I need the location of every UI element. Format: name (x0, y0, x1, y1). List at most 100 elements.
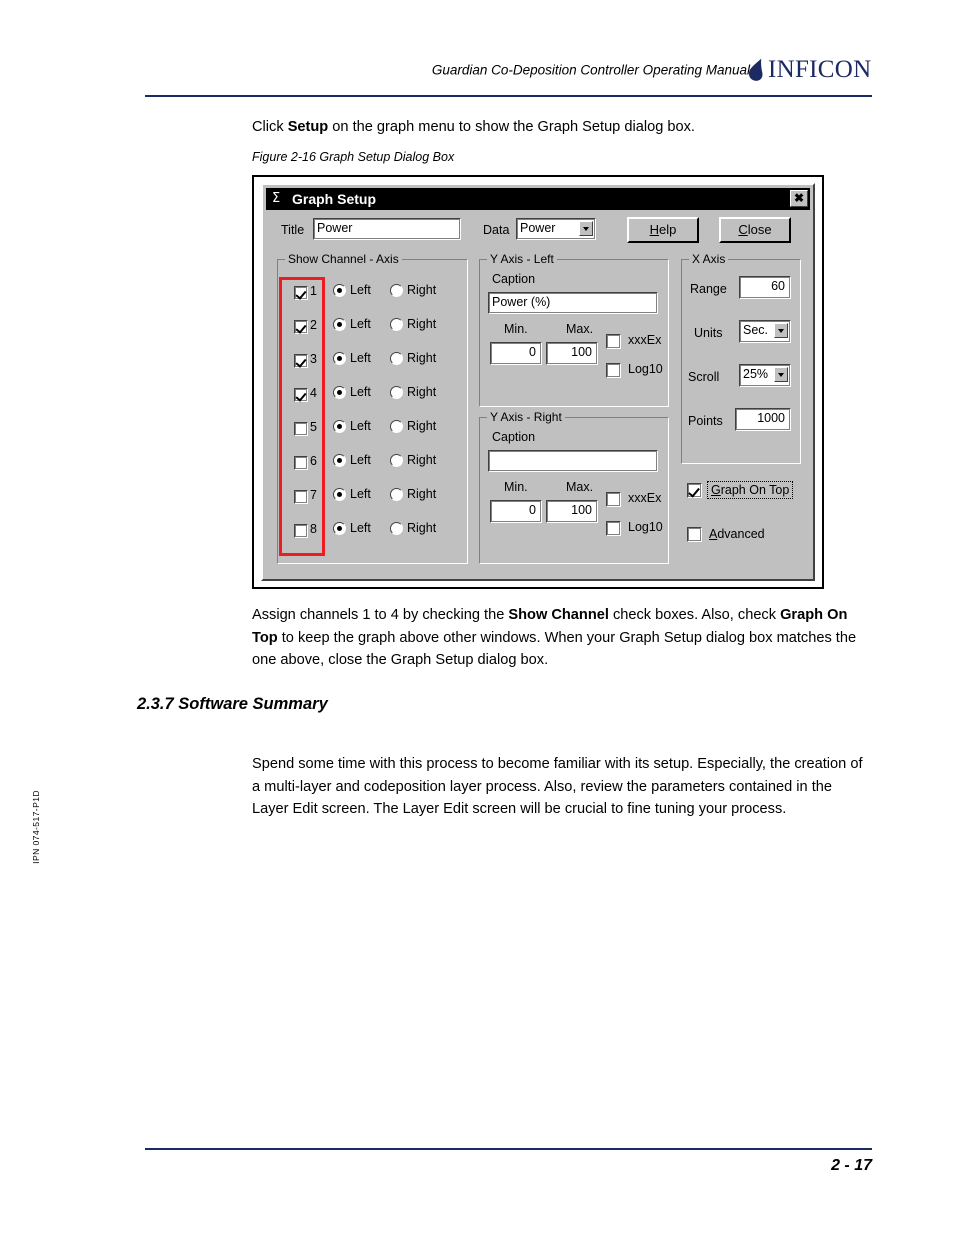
channel-7-axis-right-radio[interactable] (390, 488, 403, 501)
advanced-label-wrap[interactable]: Advanced (709, 527, 765, 541)
channel-7-left-label: Left (350, 487, 371, 501)
close-icon[interactable]: ✖ (790, 190, 808, 207)
channel-6-checkbox[interactable] (294, 456, 308, 470)
advanced-checkbox[interactable] (687, 527, 702, 542)
dialog-title-text: Graph Setup (292, 191, 377, 207)
channel-2-checkbox[interactable] (294, 320, 308, 334)
channel-row-7: 7 Left Right (284, 486, 464, 512)
x-scroll-dropdown[interactable]: 25% (739, 364, 791, 387)
close-button-label: lose (747, 222, 772, 237)
x-units-value: Sec. (743, 323, 769, 337)
channel-2-right-label: Right (407, 317, 437, 331)
channel-1-checkbox[interactable] (294, 286, 308, 300)
channel-5-checkbox[interactable] (294, 422, 308, 436)
channel-7-checkbox[interactable] (294, 490, 308, 504)
x-units-label: Units (694, 326, 723, 340)
channel-2-axis-right-radio[interactable] (390, 318, 403, 331)
intro-paragraph: Click Setup on the graph menu to show th… (252, 116, 872, 139)
channel-5-right-label: Right (407, 419, 437, 433)
channel-8-right-label: Right (407, 521, 437, 535)
post-text-part2: check boxes. Also, check (608, 607, 781, 623)
footer-rule (145, 1148, 872, 1150)
post-text-part1: Assign channels 1 to 4 by checking the (252, 607, 509, 623)
channel-6-axis-right-radio[interactable] (390, 454, 403, 467)
page-header: Guardian Co-Deposition Controller Operat… (0, 0, 954, 100)
y-left-log10-checkbox[interactable] (606, 363, 621, 378)
x-scroll-value: 25% (743, 367, 769, 381)
data-field-label: Data (483, 223, 510, 237)
y-left-min-input[interactable]: 0 (490, 342, 542, 365)
channel-2-axis-left-radio[interactable] (333, 318, 346, 331)
y-right-max-input[interactable]: 100 (546, 500, 598, 523)
channel-8-left-label: Left (350, 521, 371, 535)
channel-4-axis-left-radio[interactable] (333, 386, 346, 399)
x-units-dropdown[interactable]: Sec. (739, 320, 791, 343)
channel-1-number: 1 (310, 284, 317, 298)
channel-1-left-label: Left (350, 283, 371, 297)
channel-row-8: 8 Left Right (284, 520, 464, 546)
title-input[interactable]: Power (313, 218, 461, 240)
advanced-row: Advanced (687, 527, 807, 547)
channel-7-axis-left-radio[interactable] (333, 488, 346, 501)
channel-6-right-label: Right (407, 453, 437, 467)
data-dropdown-value: Power (520, 221, 556, 235)
channel-3-axis-left-radio[interactable] (333, 352, 346, 365)
y-left-xxxex-checkbox[interactable] (606, 334, 621, 349)
y-left-caption-input[interactable]: Power (%) (488, 292, 658, 314)
channel-3-axis-right-radio[interactable] (390, 352, 403, 365)
close-button[interactable]: Close (719, 217, 791, 243)
graph-on-top-label-wrap[interactable]: Graph On Top (707, 481, 794, 499)
channel-1-axis-right-radio[interactable] (390, 284, 403, 297)
channel-8-axis-left-radio[interactable] (333, 522, 346, 535)
help-button-mnemonic: H (649, 222, 660, 237)
help-button[interactable]: Help (627, 217, 699, 243)
channel-8-number: 8 (310, 522, 317, 536)
inficon-logo: INFICON (748, 56, 872, 84)
channel-3-number: 3 (310, 352, 317, 366)
channel-4-right-label: Right (407, 385, 437, 399)
channel-4-axis-right-radio[interactable] (390, 386, 403, 399)
y-left-max-input[interactable]: 100 (546, 342, 598, 365)
y-left-max-label: Max. (566, 322, 594, 336)
running-header-title: Guardian Co-Deposition Controller Operat… (431, 62, 750, 78)
sigma-icon: Σ (272, 191, 281, 206)
x-points-label: Points (688, 414, 723, 428)
channel-5-axis-right-radio[interactable] (390, 420, 403, 433)
data-dropdown[interactable]: Power (516, 218, 596, 240)
y-right-xxxex-checkbox[interactable] (606, 492, 621, 507)
channel-row-5: 5 Left Right (284, 418, 464, 444)
channel-1-right-label: Right (407, 283, 437, 297)
channel-5-left-label: Left (350, 419, 371, 433)
channel-4-number: 4 (310, 386, 317, 400)
dialog-titlebar: Σ Graph Setup ✖ (266, 188, 810, 210)
channel-7-number: 7 (310, 488, 317, 502)
x-range-label: Range (690, 282, 727, 296)
channel-3-checkbox[interactable] (294, 354, 308, 368)
x-points-input[interactable]: 1000 (735, 408, 791, 431)
y-right-log10-checkbox[interactable] (606, 521, 621, 536)
y-right-caption-input[interactable] (488, 450, 658, 472)
document-part-number: IPN 074-517-P1D (31, 790, 41, 864)
y-right-min-input[interactable]: 0 (490, 500, 542, 523)
channel-6-axis-left-radio[interactable] (333, 454, 346, 467)
channel-4-left-label: Left (350, 385, 371, 399)
chevron-down-icon[interactable] (774, 367, 788, 382)
chevron-down-icon[interactable] (579, 221, 593, 236)
channel-8-axis-right-radio[interactable] (390, 522, 403, 535)
inficon-logo-mark (748, 58, 763, 81)
chevron-down-icon[interactable] (774, 323, 788, 338)
graph-setup-dialog-figure: Σ Graph Setup ✖ Title Power Data Power H… (252, 175, 824, 589)
intro-before: Click (252, 119, 288, 135)
post-figure-paragraph: Assign channels 1 to 4 by checking the S… (252, 604, 874, 672)
channel-5-axis-left-radio[interactable] (333, 420, 346, 433)
x-range-input[interactable]: 60 (739, 276, 791, 299)
graph-on-top-checkbox[interactable] (687, 483, 702, 498)
channel-4-checkbox[interactable] (294, 388, 308, 402)
channel-1-axis-left-radio[interactable] (333, 284, 346, 297)
y-left-caption-label: Caption (492, 272, 536, 286)
channel-8-checkbox[interactable] (294, 524, 308, 538)
page-number: 2 - 17 (831, 1157, 872, 1174)
x-axis-group: X Axis Range 60 Units Sec. Scroll 25% Po… (681, 252, 801, 464)
y-right-xxxex-label: xxxEx (628, 491, 662, 505)
x-scroll-label: Scroll (688, 370, 720, 384)
